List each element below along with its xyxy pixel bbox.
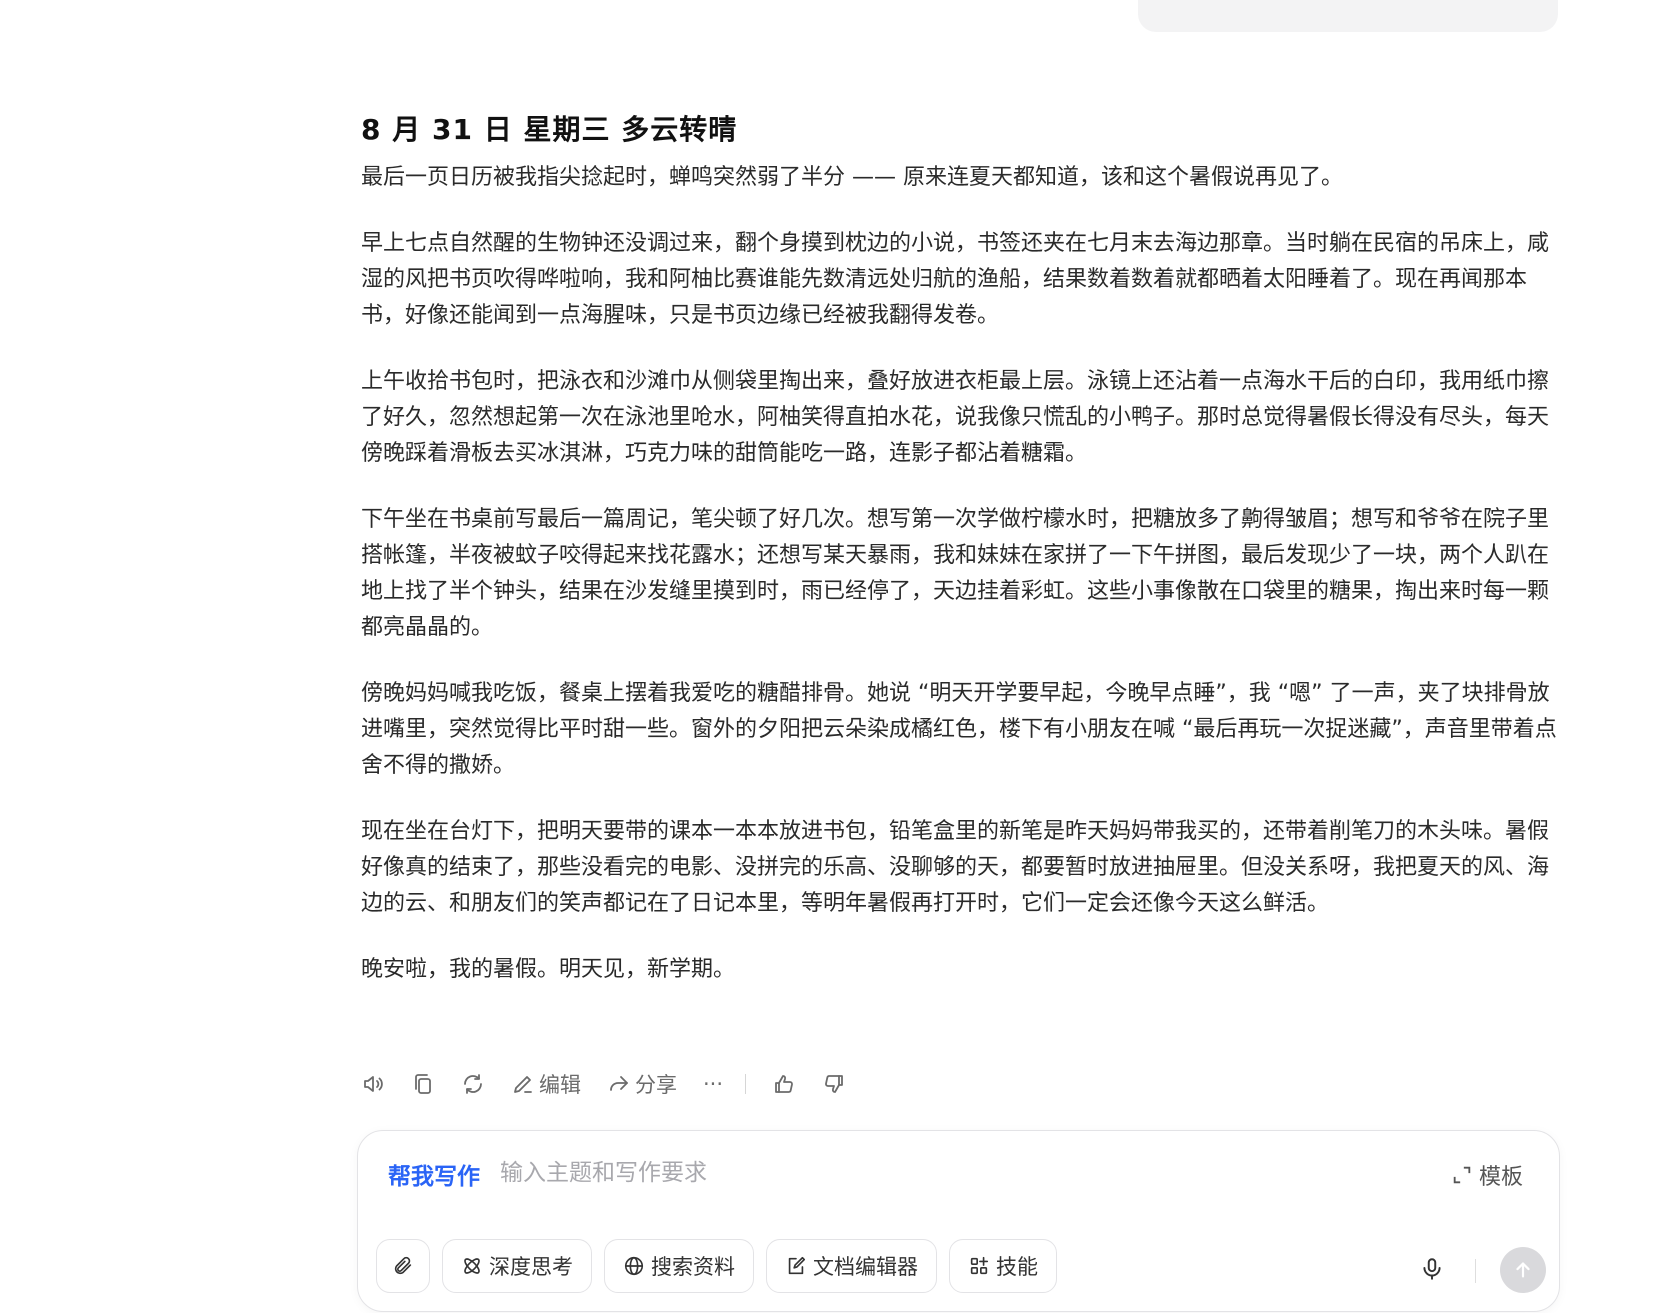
paragraph: 晚安啦，我的暑假。明天见，新学期。 [361, 957, 736, 982]
write-mode-label[interactable]: 帮我写作 [388, 1157, 480, 1191]
tool-chips: 深度思考 搜索资料 文档编辑器 技能 [376, 1239, 1057, 1293]
paperclip-icon [394, 1256, 412, 1275]
attach-button[interactable] [376, 1239, 430, 1293]
send-button[interactable] [1500, 1247, 1546, 1293]
chat-composer: 帮我写作 模板 深度思考 搜索资料 文档编辑器 技能 [357, 1130, 1560, 1312]
document-edit-icon [788, 1256, 806, 1275]
share-label: 分享 [635, 1073, 677, 1097]
paragraph: 现在坐在台灯下，把明天要带的课本一本本放进书包，铅笔盒里的新笔是昨天妈妈带我买的… [361, 819, 1550, 916]
edit-button[interactable]: 编辑 [511, 1066, 581, 1102]
deep-think-button[interactable]: 深度思考 [442, 1239, 592, 1293]
refresh-icon [464, 1074, 482, 1094]
paragraph: 下午坐在书桌前写最后一篇周记，笔尖顿了好几次。想写第一次学做柠檬水时，把糖放多了… [361, 507, 1550, 640]
edit-label: 编辑 [539, 1073, 581, 1097]
arrow-up-icon [1516, 1262, 1530, 1278]
more-button[interactable]: ··· [703, 1066, 723, 1102]
like-button[interactable] [772, 1066, 796, 1102]
diary-article: 8 月 31 日 星期三 多云转晴 最后一页日历被我指尖捻起时，蝉鸣突然弱了半分… [361, 110, 1561, 1018]
paragraph: 早上七点自然醒的生物钟还没调过来，翻个身摸到枕边的小说，书签还夹在七月末去海边那… [361, 231, 1550, 328]
template-button[interactable]: 模板 [1451, 1159, 1523, 1191]
regenerate-button[interactable] [461, 1066, 485, 1102]
paragraph: 最后一页日历被我指尖捻起时，蝉鸣突然弱了半分 —— 原来连夏天都知道，该和这个暑… [361, 165, 1343, 190]
read-aloud-button[interactable] [361, 1066, 385, 1102]
doc-editor-label: 文档编辑器 [813, 1255, 918, 1279]
search-button[interactable]: 搜索资料 [604, 1239, 754, 1293]
edit-icon [514, 1076, 532, 1093]
thumbs-down-icon [825, 1075, 843, 1093]
copy-icon [415, 1074, 431, 1094]
expand-icon [1453, 1166, 1471, 1184]
apps-icon [970, 1256, 989, 1275]
voice-input-button[interactable] [1419, 1256, 1447, 1284]
template-label: 模板 [1478, 1165, 1523, 1190]
prompt-input[interactable] [500, 1155, 1300, 1191]
deep-think-label: 深度思考 [489, 1255, 573, 1279]
globe-icon [624, 1256, 644, 1276]
divider [745, 1074, 747, 1094]
share-button[interactable]: 分享 [607, 1066, 677, 1102]
dislike-button[interactable] [822, 1066, 846, 1102]
atom-icon [464, 1258, 480, 1274]
speaker-icon [364, 1076, 383, 1092]
share-icon [610, 1076, 628, 1091]
paragraph: 上午收拾书包时，把泳衣和沙滩巾从侧袋里掏出来，叠好放进衣柜最上层。泳镜上还沾着一… [361, 369, 1550, 466]
divider [1475, 1259, 1476, 1283]
paragraph: 傍晚妈妈喊我吃饭，餐桌上摆着我爱吃的糖醋排骨。她说 “明天开学要早起，今晚早点睡… [361, 681, 1557, 778]
more-icon: ··· [703, 1072, 724, 1096]
skills-button[interactable]: 技能 [949, 1239, 1057, 1293]
article-title: 8 月 31 日 星期三 多云转晴 [361, 113, 738, 146]
search-label: 搜索资料 [651, 1255, 735, 1279]
thumbs-up-icon [775, 1075, 793, 1093]
copy-button[interactable] [411, 1066, 435, 1102]
microphone-icon [1423, 1258, 1441, 1280]
previous-message-bubble [1138, 0, 1558, 32]
doc-editor-button[interactable]: 文档编辑器 [766, 1239, 937, 1293]
message-action-bar: 编辑 分享 ··· [361, 1066, 872, 1102]
skills-label: 技能 [996, 1255, 1038, 1279]
